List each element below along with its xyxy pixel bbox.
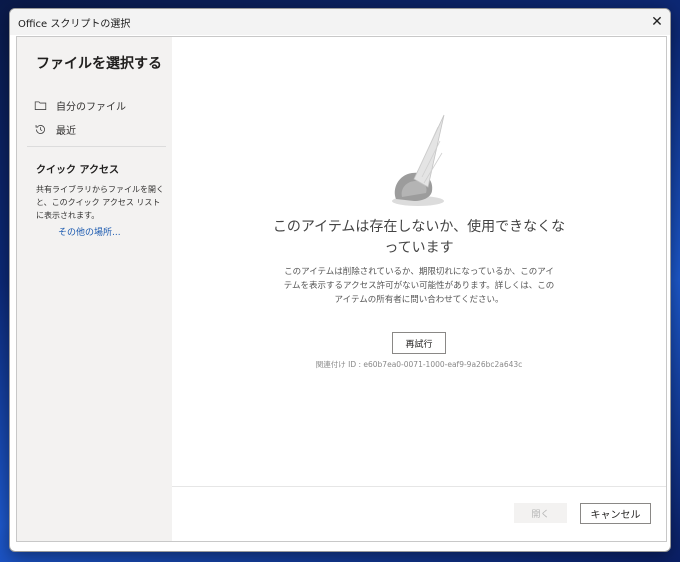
sidebar-item-my-files[interactable]: 自分のファイル [34, 95, 164, 115]
sidebar-item-label: 最近 [56, 125, 76, 137]
sidebar-item-recent[interactable]: 最近 [34, 119, 164, 139]
close-button[interactable]: ✕ [644, 9, 670, 35]
sidebar-item-label: 自分のファイル [56, 101, 126, 113]
cancel-button[interactable]: キャンセル [580, 503, 651, 524]
close-icon: ✕ [651, 14, 663, 30]
file-picker: ファイルを選択する 自分のファイル 最近 クイック アクセス 共有ライブラリから… [16, 36, 667, 542]
correlation-id: 関連付け ID : e60b7ea0-0071-1000-eaf9-9a26bc… [315, 360, 523, 369]
error-title: このアイテムは存在しないか、使用できなくなっています [272, 219, 566, 256]
sidebar-divider [27, 146, 166, 147]
sidebar-title: ファイルを選択する [36, 56, 162, 72]
folder-icon [34, 100, 47, 110]
main-pane: このアイテムは存在しないか、使用できなくなっています このアイテムは削除されてい… [172, 37, 666, 541]
window-title: Office スクリプトの選択 [18, 19, 131, 30]
footer-divider [172, 486, 666, 487]
error-description: このアイテムは削除されているか、期限切れになっているか、このアイテムを表示するア… [283, 267, 555, 305]
history-icon [35, 124, 45, 134]
dialog-window: Office スクリプトの選択 ✕ ファイルを選択する 自分のファイル 最近 ク… [9, 8, 671, 552]
quick-access-title: クイック アクセス [36, 165, 119, 176]
dropped-ice-cream-icon [392, 114, 445, 206]
open-button[interactable]: 開く [514, 503, 567, 523]
sidebar: ファイルを選択する 自分のファイル 最近 クイック アクセス 共有ライブラリから… [17, 37, 172, 541]
more-places-link[interactable]: その他の場所... [58, 225, 121, 238]
title-bar: Office スクリプトの選択 ✕ [10, 9, 670, 35]
quick-access-description: 共有ライブラリからファイルを開くと、このクイック アクセス リストに表示されます… [36, 185, 164, 220]
retry-button[interactable]: 再試行 [392, 332, 446, 354]
